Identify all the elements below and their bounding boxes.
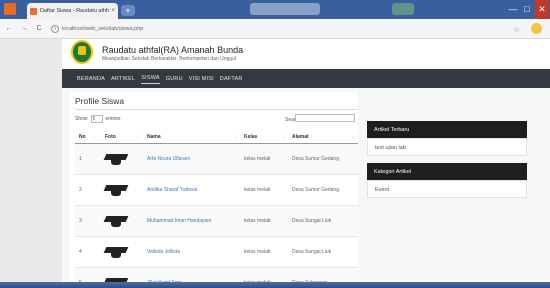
table-row: 1 Arfa Noura Ulfarani kelas melati Desa … [75,143,358,175]
search-input[interactable] [295,114,355,122]
sidebar-item-artikel[interactable]: test ujian lab [367,138,527,156]
graduation-cap-icon [103,183,129,197]
tab-title: Daftar Siswa - Raudatu athfal(RA) - Aman [40,8,110,14]
minimize-button[interactable]: — [506,0,520,19]
back-icon[interactable]: ← [3,25,15,32]
cell-alamat: Desa Sungai Liuk [288,205,358,237]
show-label: Show [75,116,88,122]
nav-visi-misi[interactable]: VISI MISI [189,74,214,84]
cell-kelas: kelas melati [240,143,288,175]
cell-no: 2 [75,174,101,206]
os-taskbar [0,282,550,288]
cell-kelas: kelas melati [240,236,288,268]
table-row: 2 Andika Sharaf Yudesia kelas melati Des… [75,174,358,206]
page-length-control: Show 5 entries [75,115,121,123]
profile-panel: Profile Siswa Show 5 entries Search: No ↑… [70,92,358,288]
nav-siswa[interactable]: SISWA [141,73,160,84]
sort-icon: ↑↓ [281,134,285,139]
col-foto-label: Foto [105,133,116,140]
browser-tab[interactable]: Daftar Siswa - Raudatu athfal(RA) - Aman… [27,3,118,19]
tab-close-icon[interactable]: × [111,8,115,14]
cell-foto [101,143,143,175]
close-window-button[interactable]: ✕ [535,0,549,19]
bookmark-star-icon[interactable]: ☆ [513,25,520,34]
site-info-icon[interactable]: i [51,24,59,33]
cell-nama[interactable]: Andika Sharaf Yudesia [143,174,240,206]
app-menu-icon[interactable] [4,3,16,15]
browser-tabbar: Daftar Siswa - Raudatu athfal(RA) - Aman… [0,0,550,19]
graduation-cap-icon [103,152,129,166]
cell-kelas: kelas melati [240,205,288,237]
new-tab-button[interactable]: + [121,5,135,16]
address-bar: ← → C i localhost/web_sekolah/siswa.php [0,19,550,39]
cell-nama[interactable]: Arfa Noura Ulfarani [143,143,240,175]
sidebar-item-kategori[interactable]: Event [367,180,527,198]
col-nama-label: Nama [147,133,161,140]
graduation-cap-icon [103,214,129,228]
profile-avatar[interactable] [531,23,542,34]
sort-icon: ↑↓ [233,134,237,139]
col-nama[interactable]: Nama ↑↓ [143,131,240,144]
cell-no: 3 [75,205,101,237]
col-no[interactable]: No ↑↓ [75,131,101,144]
cell-no: 4 [75,236,101,268]
url-field[interactable]: i localhost/web_sekolah/siswa.php [51,22,511,36]
sidebar-heading-kategori: Kategori Artikel [367,163,527,180]
cell-alamat: Desa Sumur Gedang [288,174,358,206]
sort-icon: ↑↓ [136,134,140,139]
site-title: Raudatu athfal(RA) Amanah Bunda [102,45,244,55]
main-nav: BERANDA ARTIKEL SISWA GURU VISI MISI DAF… [62,69,550,88]
page-title: Profile Siswa [75,96,125,106]
taskbar-blur [392,3,414,15]
students-table: No ↑↓ Foto ↑↓ Nama ↑↓ Kelas ↑↓ Alamat ↑↓ 1 Ar… [75,131,358,288]
cell-kelas: kelas melati [240,174,288,206]
nav-daftar[interactable]: DAFTAR [220,74,243,84]
forward-icon[interactable]: → [18,25,30,32]
table-header-row: No ↑↓ Foto ↑↓ Nama ↑↓ Kelas ↑↓ Alamat ↑↓ [75,131,358,144]
col-foto[interactable]: Foto ↑↓ [101,131,143,144]
cell-nama[interactable]: Valleda Jellista [143,236,240,268]
table-row: 4 Valleda Jellista kelas melati Desa Sun… [75,236,358,268]
nav-beranda[interactable]: BERANDA [77,74,105,84]
maximize-button[interactable]: □ [520,0,534,19]
page-length-select[interactable]: 5 [90,115,103,123]
cell-alamat: Desa Sumur Gedang [288,143,358,175]
col-alamat-label: Alamat [292,133,309,140]
col-no-label: No [79,133,86,140]
cell-foto [101,174,143,206]
sidebar-heading-artikel: Artikel Terbaru [367,121,527,138]
screen: { "browser": { "tab_title": "Daftar Sisw… [0,0,550,288]
cell-no: 1 [75,143,101,175]
site-subtitle: Mewujudkan Sekolah Berkarakter, Berkompe… [102,56,236,62]
school-logo [71,40,93,64]
reload-icon[interactable]: C [33,25,45,32]
url-text: localhost/web_sekolah/siswa.php [62,25,144,32]
graduation-cap-icon [103,245,129,259]
nav-artikel[interactable]: ARTIKEL [111,74,135,84]
cell-foto [101,205,143,237]
taskbar-blur [250,3,320,15]
cell-nama[interactable]: Muhammad Iman Handayani [143,205,240,237]
cell-alamat: Desa Sungai Liuk [288,236,358,268]
sort-icon: ↑↓ [351,134,355,139]
sort-icon: ↑↓ [94,134,98,139]
col-alamat[interactable]: Alamat ↑↓ [288,131,358,144]
cell-foto [101,236,143,268]
nav-guru[interactable]: GURU [166,74,183,84]
entries-label: entries [105,116,121,122]
site-header: Raudatu athfal(RA) Amanah Bunda Mewujudk… [62,39,550,69]
favicon-icon [30,7,37,15]
divider [75,109,358,110]
table-row: 3 Muhammad Iman Handayani kelas melati D… [75,205,358,237]
col-kelas[interactable]: Kelas ↑↓ [240,131,288,144]
col-kelas-label: Kelas [244,133,258,140]
